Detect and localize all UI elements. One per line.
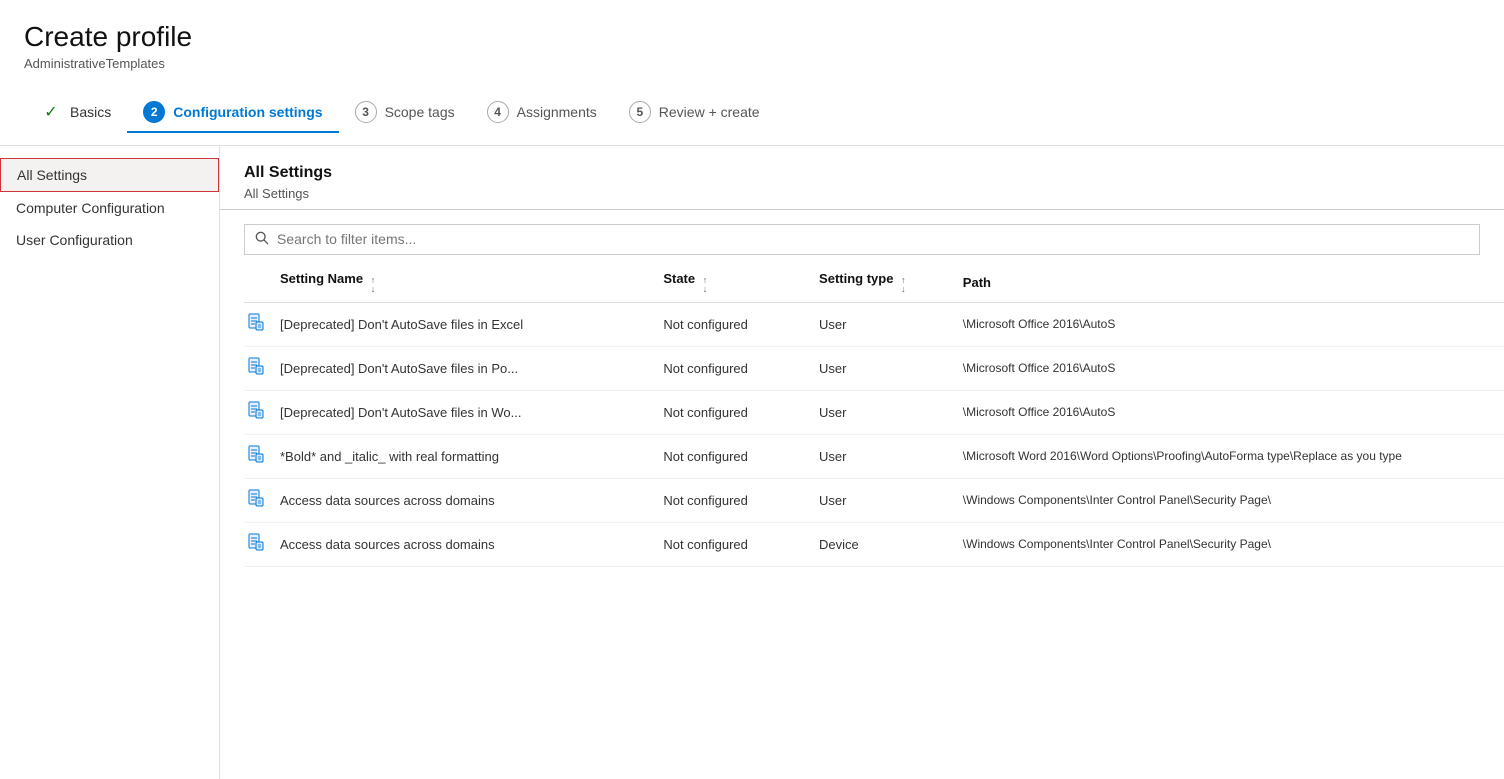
main-layout: All Settings Computer Configuration User… xyxy=(0,146,1504,779)
content-area: All Settings All Settings xyxy=(220,146,1504,779)
row-type: User xyxy=(815,346,959,390)
row-type: User xyxy=(815,478,959,522)
breadcrumb: All Settings xyxy=(244,186,1480,201)
content-title: All Settings xyxy=(244,164,1480,182)
settings-table: Setting Name ↑↓ State ↑↓ xyxy=(244,263,1504,567)
page-title: Create profile xyxy=(24,20,1480,54)
sidebar-item-user-config[interactable]: User Configuration xyxy=(0,224,219,256)
row-icon xyxy=(244,390,276,434)
tab-basics[interactable]: ✓ Basics xyxy=(24,93,127,133)
table-row[interactable]: [Deprecated] Don't AutoSave files in Wo.… xyxy=(244,390,1504,434)
col-header-type[interactable]: Setting type ↑↓ xyxy=(815,263,959,303)
row-path: \Windows Components\Inter Control Panel\… xyxy=(959,522,1504,566)
row-path: \Microsoft Office 2016\AutoS xyxy=(959,302,1504,346)
tab-scope[interactable]: 3 Scope tags xyxy=(339,93,471,133)
document-icon xyxy=(248,494,264,511)
search-input[interactable] xyxy=(277,231,1469,247)
sidebar: All Settings Computer Configuration User… xyxy=(0,146,220,779)
table-header-row: Setting Name ↑↓ State ↑↓ xyxy=(244,263,1504,303)
search-bar xyxy=(244,224,1480,255)
sidebar-all-settings-label: All Settings xyxy=(17,167,87,183)
content-header: All Settings All Settings xyxy=(220,146,1504,209)
row-icon xyxy=(244,302,276,346)
page-subtitle: AdministrativeTemplates xyxy=(24,56,1480,71)
row-icon xyxy=(244,522,276,566)
table-row[interactable]: [Deprecated] Don't AutoSave files in Po.… xyxy=(244,346,1504,390)
sort-arrows-state[interactable]: ↑↓ xyxy=(703,276,708,294)
row-type: User xyxy=(815,434,959,478)
document-icon xyxy=(248,318,264,335)
row-path: \Microsoft Office 2016\AutoS xyxy=(959,390,1504,434)
row-setting-name[interactable]: [Deprecated] Don't AutoSave files in Wo.… xyxy=(276,390,659,434)
row-type: User xyxy=(815,390,959,434)
wizard-tabs: ✓ Basics 2 Configuration settings 3 Scop… xyxy=(0,81,1504,146)
table-scroll[interactable]: Setting Name ↑↓ State ↑↓ xyxy=(220,263,1504,779)
sidebar-item-computer-config[interactable]: Computer Configuration xyxy=(0,192,219,224)
search-icon xyxy=(255,231,269,248)
document-icon xyxy=(248,362,264,379)
col-header-icon xyxy=(244,263,276,303)
row-setting-name[interactable]: Access data sources across domains xyxy=(276,478,659,522)
row-path: \Microsoft Office 2016\AutoS xyxy=(959,346,1504,390)
row-setting-name[interactable]: [Deprecated] Don't AutoSave files in Exc… xyxy=(276,302,659,346)
document-icon xyxy=(248,450,264,467)
tab-configuration-number: 2 xyxy=(143,101,165,123)
row-setting-name[interactable]: Access data sources across domains xyxy=(276,522,659,566)
sort-arrows-name[interactable]: ↑↓ xyxy=(371,276,376,294)
row-state: Not configured xyxy=(659,346,815,390)
row-setting-name[interactable]: *Bold* and _italic_ with real formatting xyxy=(276,434,659,478)
row-state: Not configured xyxy=(659,434,815,478)
row-type: User xyxy=(815,302,959,346)
sort-arrows-type[interactable]: ↑↓ xyxy=(901,276,906,294)
document-icon xyxy=(248,406,264,423)
col-header-name[interactable]: Setting Name ↑↓ xyxy=(276,263,659,303)
table-row[interactable]: *Bold* and _italic_ with real formatting… xyxy=(244,434,1504,478)
col-header-path: Path xyxy=(959,263,1504,303)
checkmark-icon: ✓ xyxy=(40,101,62,123)
document-icon xyxy=(248,538,264,555)
tab-assignments[interactable]: 4 Assignments xyxy=(471,93,613,133)
row-path: \Microsoft Word 2016\Word Options\Proofi… xyxy=(959,434,1504,478)
col-header-state[interactable]: State ↑↓ xyxy=(659,263,815,303)
row-state: Not configured xyxy=(659,478,815,522)
row-icon xyxy=(244,346,276,390)
sidebar-computer-config-label: Computer Configuration xyxy=(16,200,165,216)
row-icon xyxy=(244,478,276,522)
tab-configuration-label: Configuration settings xyxy=(173,104,322,120)
page-header: Create profile AdministrativeTemplates xyxy=(0,0,1504,81)
row-setting-name[interactable]: [Deprecated] Don't AutoSave files in Po.… xyxy=(276,346,659,390)
row-state: Not configured xyxy=(659,302,815,346)
row-icon xyxy=(244,434,276,478)
row-type: Device xyxy=(815,522,959,566)
table-row[interactable]: [Deprecated] Don't AutoSave files in Exc… xyxy=(244,302,1504,346)
sidebar-item-all-settings[interactable]: All Settings xyxy=(0,158,219,192)
table-row[interactable]: Access data sources across domains Not c… xyxy=(244,478,1504,522)
row-state: Not configured xyxy=(659,390,815,434)
tab-review[interactable]: 5 Review + create xyxy=(613,93,776,133)
tab-scope-label: Scope tags xyxy=(385,104,455,120)
search-bar-container xyxy=(220,210,1504,263)
tab-assignments-label: Assignments xyxy=(517,104,597,120)
tab-scope-number: 3 xyxy=(355,101,377,123)
tab-configuration[interactable]: 2 Configuration settings xyxy=(127,93,338,133)
row-path: \Windows Components\Inter Control Panel\… xyxy=(959,478,1504,522)
table-row[interactable]: Access data sources across domains Not c… xyxy=(244,522,1504,566)
tab-review-label: Review + create xyxy=(659,104,760,120)
sidebar-user-config-label: User Configuration xyxy=(16,232,133,248)
tab-basics-label: Basics xyxy=(70,104,111,120)
tab-assignments-number: 4 xyxy=(487,101,509,123)
row-state: Not configured xyxy=(659,522,815,566)
tab-review-number: 5 xyxy=(629,101,651,123)
table-wrapper: Setting Name ↑↓ State ↑↓ xyxy=(220,263,1504,779)
